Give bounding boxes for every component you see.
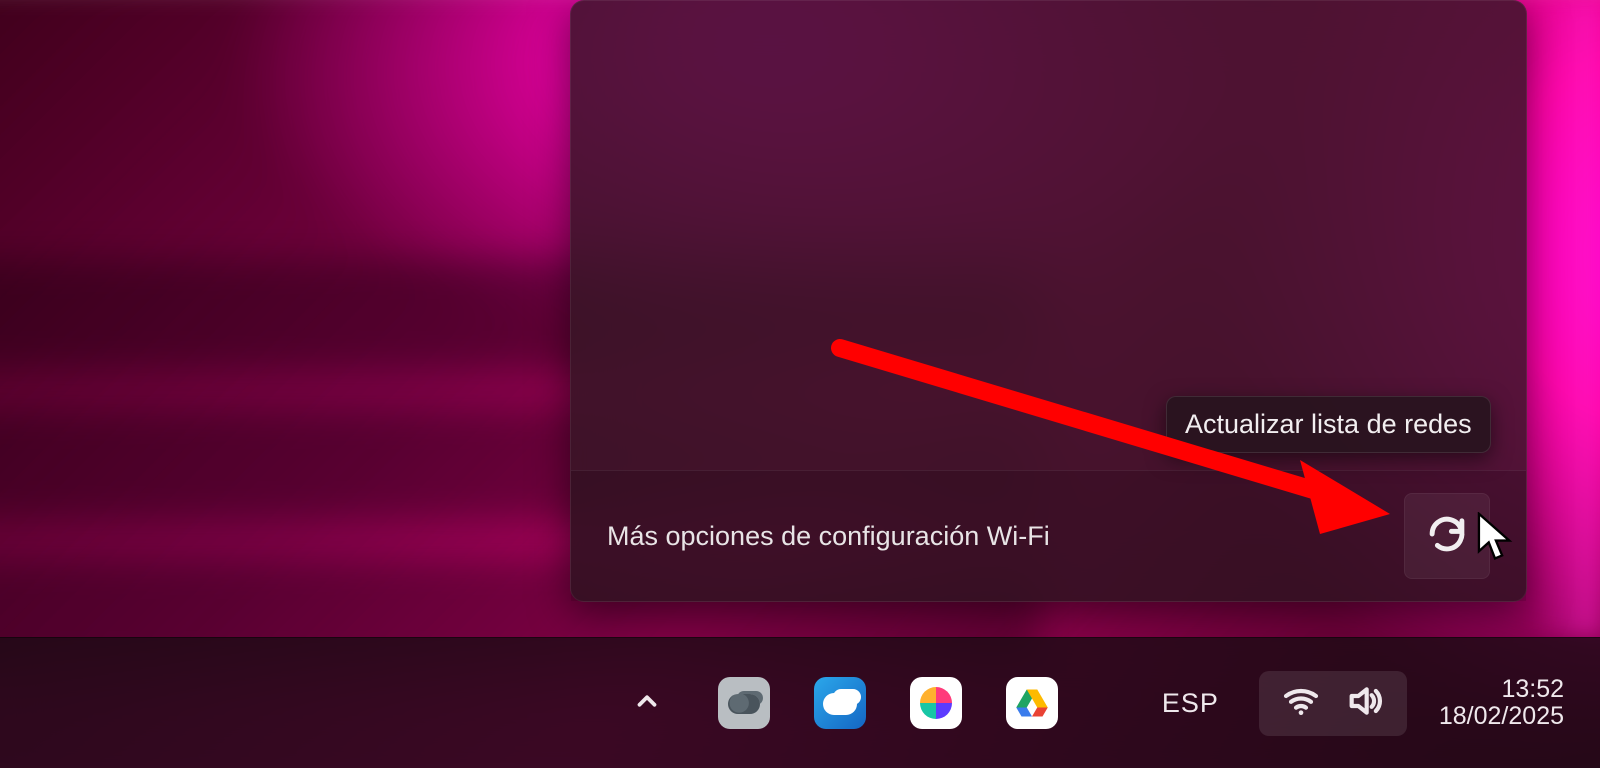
more-wifi-settings-link[interactable]: Más opciones de configuración Wi-Fi (607, 521, 1050, 552)
clock-date: 18/02/2025 (1439, 703, 1564, 731)
google-drive-tray[interactable] (1006, 677, 1058, 729)
onedrive-personal-tray[interactable] (718, 677, 770, 729)
wifi-icon (1281, 681, 1321, 726)
wifi-flyout-footer: Más opciones de configuración Wi-Fi (571, 470, 1526, 601)
copilot-tray[interactable] (910, 677, 962, 729)
taskbar-tray-right: ESP 13:52 18/02/2025 (1148, 671, 1600, 736)
tray-overflow-button[interactable] (620, 676, 674, 730)
taskbar-tray-left (0, 676, 1058, 730)
refresh-tooltip: Actualizar lista de redes (1166, 396, 1491, 453)
wifi-flyout: Más opciones de configuración Wi-Fi (570, 0, 1527, 602)
refresh-icon (1426, 513, 1468, 560)
taskbar: ESP 13:52 18/02/2025 (0, 637, 1600, 768)
refresh-networks-button[interactable] (1404, 493, 1490, 579)
onedrive-work-tray[interactable] (814, 677, 866, 729)
volume-icon (1345, 681, 1385, 726)
chevron-up-icon (632, 686, 662, 721)
taskbar-clock[interactable]: 13:52 18/02/2025 (1433, 676, 1570, 731)
language-indicator[interactable]: ESP (1148, 688, 1233, 719)
desktop: Más opciones de configuración Wi-Fi Actu… (0, 0, 1600, 768)
network-volume-pill[interactable] (1259, 671, 1407, 736)
clock-time: 13:52 (1501, 676, 1564, 704)
